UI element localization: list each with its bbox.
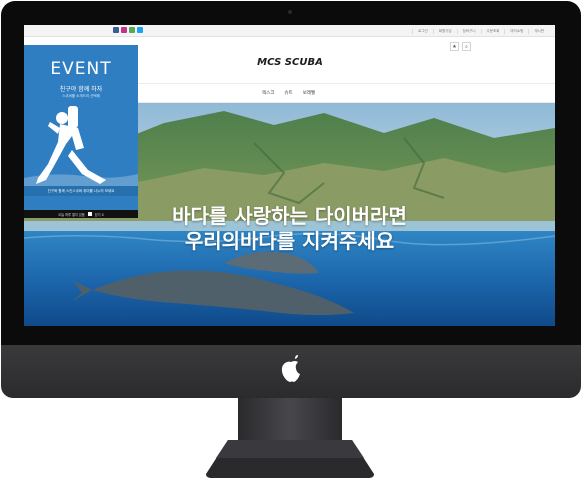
kakao-icon[interactable] (129, 27, 135, 33)
nav-item-other[interactable]: 보레벨 (303, 90, 315, 96)
site-logo[interactable]: MCS SCUBA (240, 57, 340, 68)
apple-logo-icon (281, 355, 300, 382)
login-link[interactable]: 로그인 (412, 28, 433, 34)
popup-close-button[interactable]: 닫기 X (95, 212, 104, 217)
stand-base (206, 440, 374, 478)
stand-neck (238, 398, 342, 442)
social-icons (113, 27, 143, 33)
hero-headline-2: 우리의바다를 지켜주세요 (184, 229, 395, 253)
popup-subtitle: 친구야 함께 하자 (59, 86, 103, 93)
popup-title: EVENT (50, 59, 112, 79)
nav-item-suit[interactable]: 슈트 (284, 90, 292, 96)
header-icons: ★ ⌕ (450, 42, 471, 51)
imac-mockup: 로그인 회원가입 장바구니 주문조회 마이쇼핑 게시판 MCS SCUBA ★ … (0, 0, 583, 481)
popup-subtitle-small: 스쿠버를 소개드리 선택해 (62, 94, 100, 98)
top-utility-bar: 로그인 회원가입 장바구니 주문조회 마이쇼핑 게시판 (24, 25, 555, 37)
signup-link[interactable]: 회원가입 (432, 28, 457, 34)
nav-item-mask[interactable]: 렉스크 (262, 90, 274, 96)
dont-show-today-label[interactable]: 오늘 하루 열지 않음 (58, 212, 85, 217)
instagram-icon[interactable] (121, 27, 127, 33)
popup-note: 친구와 함께 스킨스쿠버 취미를 나누어 보세요 (24, 186, 138, 196)
diver-illustration (24, 106, 138, 190)
bookmark-icon[interactable]: ★ (450, 42, 459, 51)
board-link[interactable]: 게시판 (528, 28, 549, 34)
dont-show-checkbox[interactable] (87, 212, 92, 216)
twitter-icon[interactable] (137, 27, 143, 33)
event-popup[interactable]: EVENT 친구야 함께 하자 스쿠버를 소개드리 선택해 친구와 함께 스킨스… (24, 45, 138, 218)
camera-icon (288, 10, 292, 14)
order-lookup-link[interactable]: 주문조회 (480, 28, 505, 34)
cart-link[interactable]: 장바구니 (456, 28, 481, 34)
facebook-icon[interactable] (113, 27, 119, 33)
my-shopping-link[interactable]: 마이쇼핑 (504, 28, 528, 34)
search-icon[interactable]: ⌕ (462, 42, 471, 51)
utility-nav: 로그인 회원가입 장바구니 주문조회 마이쇼핑 게시판 (412, 25, 549, 37)
popup-footer: 오늘 하루 열지 않음 닫기 X (24, 210, 138, 218)
website-screen: 로그인 회원가입 장바구니 주문조회 마이쇼핑 게시판 MCS SCUBA ★ … (24, 25, 555, 326)
